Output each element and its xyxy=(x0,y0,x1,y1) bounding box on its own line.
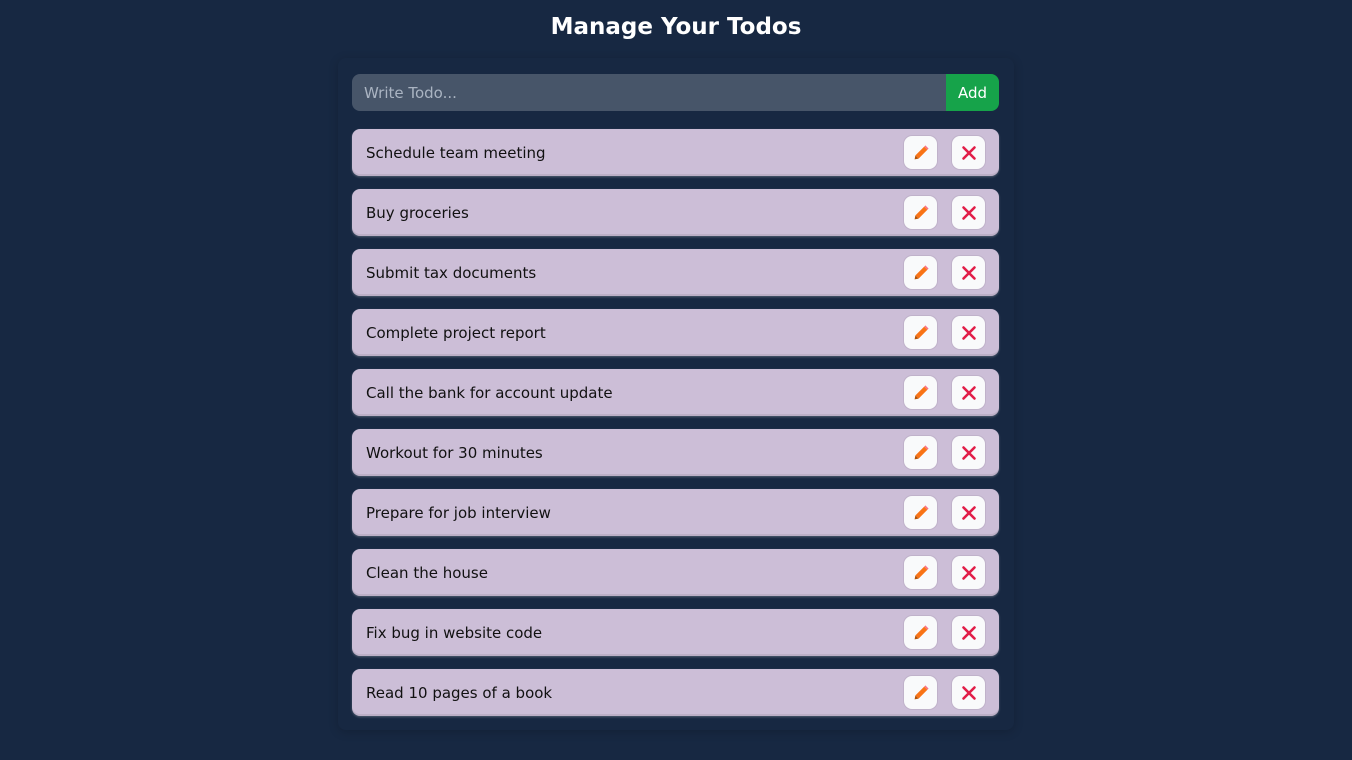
delete-button[interactable] xyxy=(952,196,985,229)
close-icon xyxy=(961,685,977,701)
todo-text: Complete project report xyxy=(366,323,546,342)
edit-button[interactable] xyxy=(904,256,937,289)
todo-text: Fix bug in website code xyxy=(366,623,543,642)
edit-button[interactable] xyxy=(904,376,937,409)
edit-button[interactable] xyxy=(904,316,937,349)
todo-form: Add xyxy=(352,74,999,111)
todo-text: Buy groceries xyxy=(366,203,469,222)
todo-item: Complete project report xyxy=(352,309,999,356)
pencil-icon xyxy=(913,564,929,581)
todo-item: Clean the house xyxy=(352,549,999,596)
edit-button[interactable] xyxy=(904,436,937,469)
todo-text: Call the bank for account update xyxy=(366,383,613,402)
pencil-icon xyxy=(913,444,929,461)
close-icon xyxy=(961,625,977,641)
close-icon xyxy=(961,265,977,281)
pencil-icon xyxy=(913,204,929,221)
todo-item: Workout for 30 minutes xyxy=(352,429,999,476)
close-icon xyxy=(961,145,977,161)
close-icon xyxy=(961,445,977,461)
todo-text: Submit tax documents xyxy=(366,263,537,282)
todo-text: Workout for 30 minutes xyxy=(366,443,543,462)
edit-button[interactable] xyxy=(904,196,937,229)
edit-button[interactable] xyxy=(904,676,937,709)
close-icon xyxy=(961,385,977,401)
pencil-icon xyxy=(913,264,929,281)
todo-item: Prepare for job interview xyxy=(352,489,999,536)
page-title: Manage Your Todos xyxy=(550,14,802,40)
pencil-icon xyxy=(913,624,929,641)
todo-item: Schedule team meeting xyxy=(352,129,999,176)
todo-input[interactable] xyxy=(352,74,946,111)
todo-list: Schedule team meeting Buy groceries Subm… xyxy=(352,129,999,729)
close-icon xyxy=(961,205,977,221)
delete-button[interactable] xyxy=(952,556,985,589)
edit-button[interactable] xyxy=(904,616,937,649)
close-icon xyxy=(961,505,977,521)
delete-button[interactable] xyxy=(952,616,985,649)
delete-button[interactable] xyxy=(952,316,985,349)
close-icon xyxy=(961,565,977,581)
add-button[interactable]: Add xyxy=(946,74,999,111)
edit-button[interactable] xyxy=(904,556,937,589)
delete-button[interactable] xyxy=(952,436,985,469)
pencil-icon xyxy=(913,384,929,401)
pencil-icon xyxy=(913,504,929,521)
close-icon xyxy=(961,325,977,341)
delete-button[interactable] xyxy=(952,256,985,289)
todo-item: Submit tax documents xyxy=(352,249,999,296)
pencil-icon xyxy=(913,144,929,161)
edit-button[interactable] xyxy=(904,136,937,169)
todo-item: Call the bank for account update xyxy=(352,369,999,416)
todo-text: Schedule team meeting xyxy=(366,143,546,162)
delete-button[interactable] xyxy=(952,376,985,409)
edit-button[interactable] xyxy=(904,496,937,529)
todo-text: Clean the house xyxy=(366,563,488,582)
delete-button[interactable] xyxy=(952,496,985,529)
todo-item: Fix bug in website code xyxy=(352,609,999,656)
todo-text: Read 10 pages of a book xyxy=(366,683,553,702)
todo-item: Buy groceries xyxy=(352,189,999,236)
todo-item: Read 10 pages of a book xyxy=(352,669,999,716)
pencil-icon xyxy=(913,324,929,341)
delete-button[interactable] xyxy=(952,676,985,709)
pencil-icon xyxy=(913,684,929,701)
delete-button[interactable] xyxy=(952,136,985,169)
todo-text: Prepare for job interview xyxy=(366,503,551,522)
